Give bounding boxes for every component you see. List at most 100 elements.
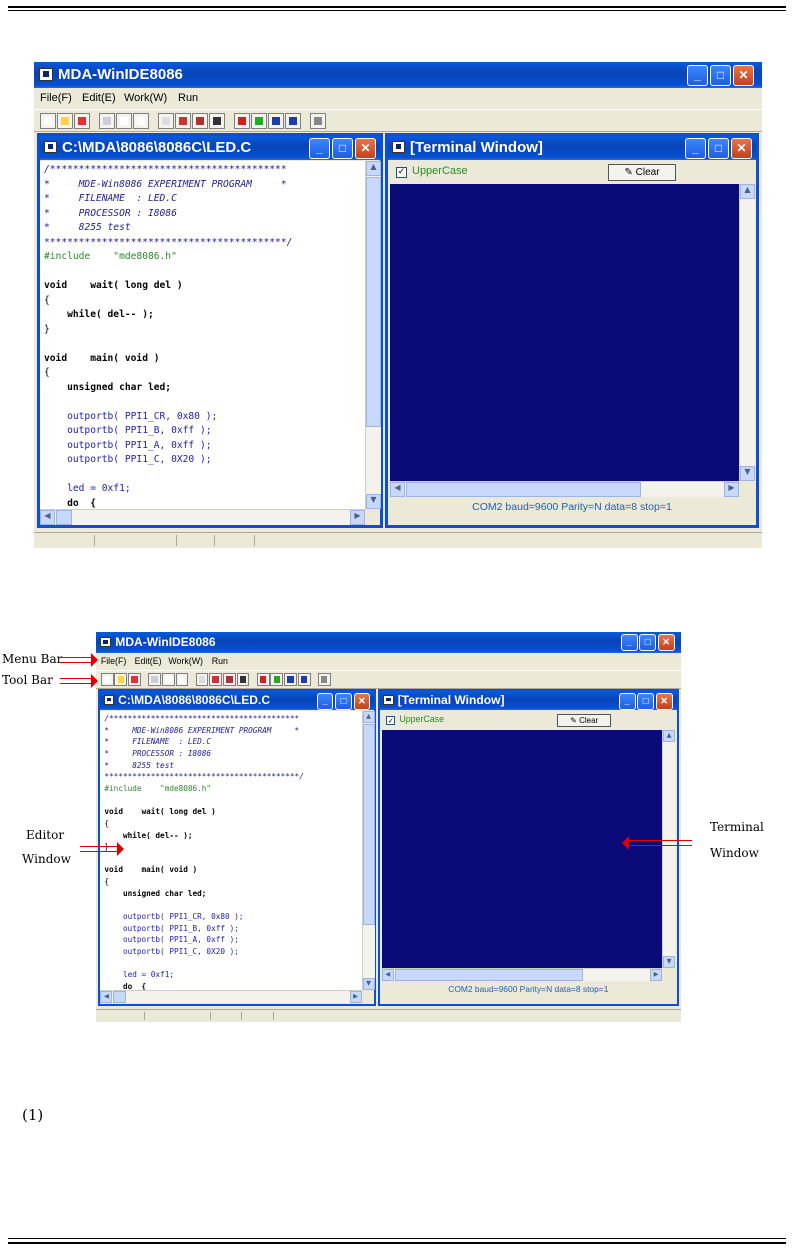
editor-close-button[interactable]: ✕	[355, 138, 376, 159]
terminal-screen[interactable]	[390, 184, 739, 481]
editor-maximize-button[interactable]: □	[332, 138, 353, 159]
editor-horizontal-scrollbar[interactable]: ◀ ▶	[100, 990, 362, 1004]
app-maximize-button[interactable]: □	[639, 634, 657, 652]
link-icon[interactable]	[236, 673, 250, 687]
scroll-down-icon[interactable]: ▼	[366, 494, 381, 509]
scroll-up-icon[interactable]: ▲	[663, 729, 676, 742]
undo-icon[interactable]	[158, 113, 174, 129]
menu-item-filef[interactable]: File(F)	[101, 656, 127, 666]
paste-icon[interactable]	[133, 113, 149, 129]
terminal-vertical-scrollbar[interactable]: ▲ ▼	[739, 184, 755, 481]
app-minimize-button[interactable]: _	[620, 634, 638, 652]
terminal-minimize-button[interactable]: _	[685, 138, 706, 159]
clear-button[interactable]: ✎ Clear	[608, 164, 676, 181]
open-file-icon[interactable]	[114, 673, 128, 687]
step-icon[interactable]	[285, 113, 301, 129]
terminal-close-button[interactable]: ✕	[655, 692, 673, 710]
link-icon[interactable]	[209, 113, 225, 129]
menu-item-run[interactable]: Run	[178, 92, 198, 104]
terminal-maximize-button[interactable]: □	[637, 692, 655, 710]
scroll-thumb[interactable]	[113, 991, 127, 1004]
paste-icon[interactable]	[175, 673, 189, 687]
clear-button[interactable]: ✎ Clear	[556, 713, 612, 728]
menu-item-workw[interactable]: Work(W)	[124, 92, 167, 104]
editor-close-button[interactable]: ✕	[353, 692, 371, 710]
run-icon[interactable]	[268, 113, 284, 129]
scroll-right-icon[interactable]: ▶	[650, 968, 663, 981]
terminal-minimize-button[interactable]: _	[618, 692, 636, 710]
scroll-thumb[interactable]	[366, 177, 381, 427]
scroll-left-icon[interactable]: ◀	[390, 482, 405, 497]
compile-icon[interactable]	[209, 673, 223, 687]
menu-item-edite[interactable]: Edit(E)	[82, 92, 116, 104]
uppercase-checkbox[interactable]: ✓	[386, 715, 396, 725]
save-file-icon[interactable]	[128, 673, 141, 687]
editor-horizontal-scrollbar[interactable]: ◀ ▶	[40, 509, 365, 525]
menu-item-run[interactable]: Run	[212, 656, 228, 666]
editor-vertical-scrollbar[interactable]: ▲ ▼	[361, 711, 375, 991]
terminal-close-button[interactable]: ✕	[731, 138, 752, 159]
scroll-down-icon[interactable]: ▼	[740, 466, 755, 481]
app-close-button[interactable]: ✕	[657, 634, 675, 652]
find-icon[interactable]	[99, 113, 115, 129]
code-line: outportb( PPI1_C, 0X20 );	[44, 454, 212, 465]
terminal-maximize-button[interactable]: □	[708, 138, 729, 159]
scroll-thumb[interactable]	[394, 968, 584, 981]
copy-icon[interactable]	[116, 113, 132, 129]
scroll-left-icon[interactable]: ◀	[40, 510, 55, 525]
open-file-icon[interactable]	[57, 113, 73, 129]
download-icon[interactable]	[234, 113, 250, 129]
editor-text-area[interactable]: /***************************************…	[40, 161, 365, 509]
scroll-thumb[interactable]	[362, 723, 375, 925]
app-close-button[interactable]: ✕	[733, 65, 754, 86]
break-icon[interactable]	[310, 113, 326, 129]
trace-icon[interactable]	[270, 673, 284, 687]
menu-item-workw[interactable]: Work(W)	[168, 656, 203, 666]
step-icon[interactable]	[297, 673, 311, 687]
editor-maximize-button[interactable]: □	[335, 692, 352, 710]
editor-minimize-button[interactable]: _	[316, 692, 334, 710]
scroll-up-icon[interactable]: ▲	[366, 161, 381, 176]
save-file-icon[interactable]	[74, 113, 90, 129]
assemble-icon[interactable]	[192, 113, 208, 129]
app-maximize-button[interactable]: □	[710, 65, 731, 86]
run-icon[interactable]	[284, 673, 297, 687]
menu-item-filef[interactable]: File(F)	[40, 92, 72, 104]
editor-vertical-scrollbar[interactable]: ▲ ▼	[365, 161, 381, 509]
terminal-horizontal-scrollbar[interactable]: ◀ ▶	[390, 481, 739, 497]
status-divider	[214, 535, 215, 546]
terminal-status: COM2 baud=9600 Parity=N data=8 stop=1	[472, 501, 672, 513]
scroll-right-icon[interactable]: ▶	[724, 482, 739, 497]
scroll-up-icon[interactable]: ▲	[362, 711, 375, 724]
break-icon[interactable]	[317, 673, 331, 687]
find-icon[interactable]	[148, 673, 162, 687]
trace-icon[interactable]	[251, 113, 267, 129]
scroll-left-icon[interactable]: ◀	[100, 991, 113, 1004]
new-file-icon[interactable]	[40, 113, 56, 129]
scroll-left-icon[interactable]: ◀	[381, 968, 394, 981]
scroll-thumb[interactable]	[56, 510, 72, 525]
new-file-icon[interactable]	[100, 673, 114, 687]
code-listing: /***************************************…	[44, 163, 292, 509]
terminal-screen[interactable]	[381, 729, 663, 968]
code-line: outportb( PPI1_CR, 0x80 );	[104, 912, 244, 922]
uppercase-checkbox[interactable]: ✓	[396, 167, 407, 178]
scroll-right-icon[interactable]: ▶	[349, 991, 362, 1004]
terminal-horizontal-scrollbar[interactable]: ◀ ▶	[381, 967, 663, 981]
menu-item-edite[interactable]: Edit(E)	[135, 656, 162, 666]
app-minimize-button[interactable]: _	[687, 65, 708, 86]
scroll-up-icon[interactable]: ▲	[740, 184, 755, 199]
scroll-down-icon[interactable]: ▼	[362, 978, 375, 991]
copy-icon[interactable]	[161, 673, 175, 687]
editor-text-area[interactable]: /***************************************…	[100, 711, 362, 991]
editor-minimize-button[interactable]: _	[309, 138, 330, 159]
undo-icon[interactable]	[195, 673, 209, 687]
scroll-right-icon[interactable]: ▶	[350, 510, 365, 525]
download-icon[interactable]	[256, 673, 270, 687]
scroll-down-icon[interactable]: ▼	[663, 955, 676, 968]
tool-bar	[96, 669, 681, 689]
assemble-icon[interactable]	[222, 673, 236, 687]
compile-icon[interactable]	[175, 113, 191, 129]
scroll-thumb[interactable]	[406, 482, 641, 497]
terminal-vertical-scrollbar[interactable]: ▲ ▼	[662, 729, 676, 968]
